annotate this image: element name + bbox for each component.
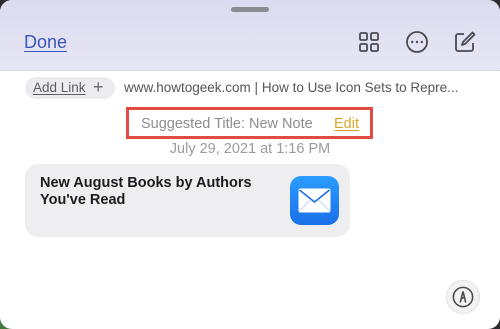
sheet-grabber[interactable]: [231, 7, 269, 12]
note-timestamp: July 29, 2021 at 1:16 PM: [169, 141, 331, 157]
suggested-title: Suggested Title: New Note: [141, 116, 313, 132]
mail-app-icon: [290, 176, 339, 225]
add-link-label: Add Link: [33, 80, 86, 95]
plus-icon: +: [93, 77, 104, 97]
linked-content-card[interactable]: New August Books by Authors You've Read: [25, 164, 350, 237]
compose-icon[interactable]: [453, 30, 477, 54]
linked-url[interactable]: www.howtogeek.com | How to Use Icon Sets…: [124, 80, 474, 95]
markup-pen-icon[interactable]: [446, 280, 480, 314]
done-button[interactable]: Done: [24, 32, 67, 53]
more-options-icon[interactable]: [405, 30, 429, 54]
quick-note-sheet: Done Add Link + www.howtogeek.com | How …: [0, 0, 500, 329]
grid-icon[interactable]: [357, 30, 381, 54]
card-title: New August Books by Authors You've Read: [40, 175, 252, 208]
sheet-header: Done: [0, 0, 500, 71]
add-link-button[interactable]: Add Link +: [25, 77, 115, 99]
edit-title-link[interactable]: Edit: [334, 116, 359, 132]
